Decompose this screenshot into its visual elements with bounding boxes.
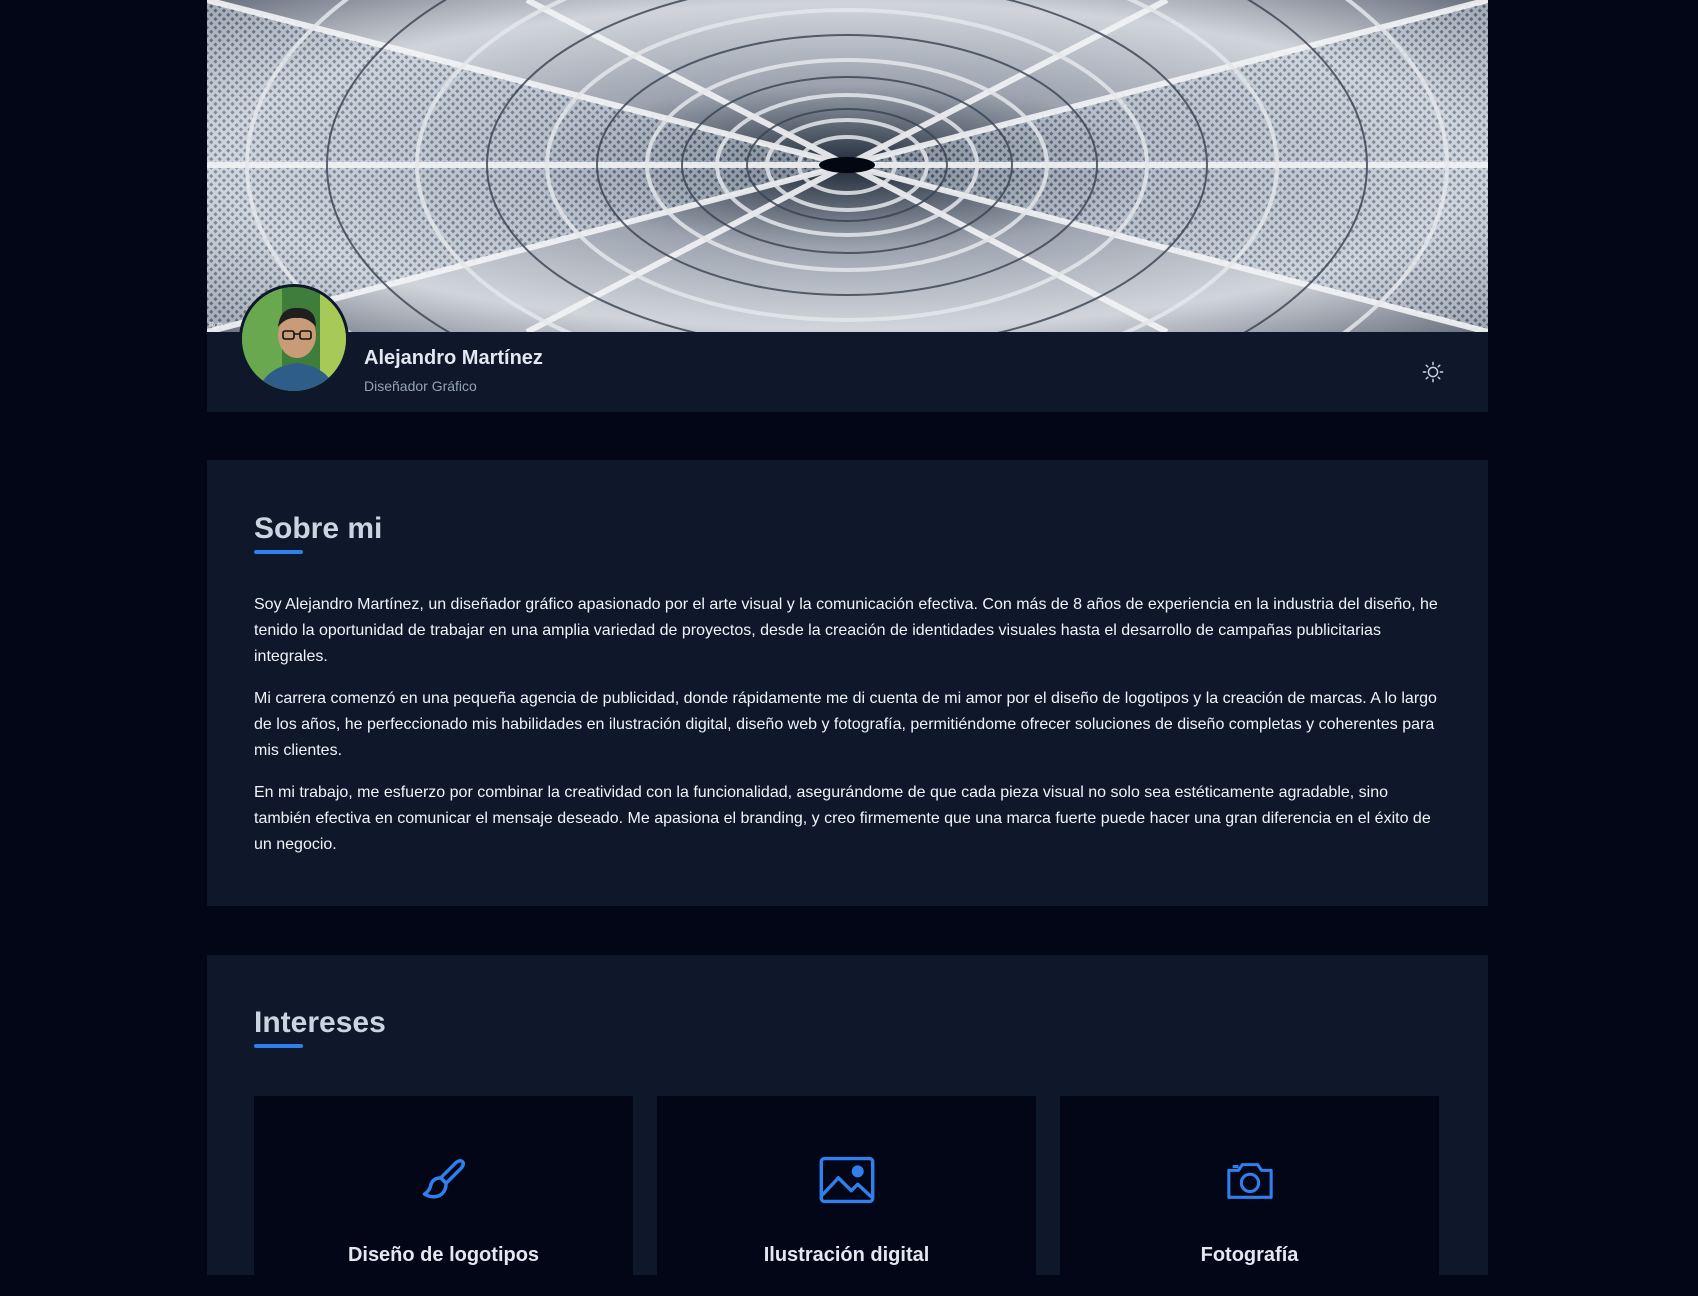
sun-icon (1422, 361, 1444, 383)
interests-title-underline (254, 1044, 303, 1048)
about-section: Sobre mi Soy Alejandro Martínez, un dise… (207, 460, 1488, 906)
interest-card-illustration[interactable]: Ilustración digital (657, 1096, 1036, 1296)
interests-section: Intereses Diseño de logotipos Ilustració… (207, 955, 1488, 1296)
avatar (239, 284, 349, 394)
interests-title: Intereses (254, 1006, 386, 1039)
profile-name: Alejandro Martínez (364, 347, 543, 369)
about-text: Soy Alejandro Martínez, un diseñador grá… (254, 592, 1444, 874)
profile-bar: Alejandro Martínez Diseñador Gráfico (207, 284, 1488, 412)
interest-card-logos[interactable]: Diseño de logotipos (254, 1096, 633, 1296)
image-icon (817, 1150, 877, 1210)
profile-page: Robe. Ho Alejandro Martínez Diseñador Gr… (207, 0, 1488, 1296)
about-paragraph-1: Soy Alejandro Martínez, un diseñador grá… (254, 596, 1438, 665)
interest-label-illustration: Ilustración digital (763, 1244, 930, 1266)
interest-card-photography[interactable]: Fotografía (1060, 1096, 1439, 1296)
theme-toggle-button[interactable] (1420, 359, 1446, 385)
profile-role: Diseñador Gráfico (364, 378, 477, 394)
about-paragraph-3: En mi trabajo, me esfuerzo por combinar … (254, 784, 1431, 853)
interest-cards: Diseño de logotipos Ilustración digital (254, 1096, 1441, 1296)
about-title: Sobre mi (254, 512, 383, 545)
interest-label-photography: Fotografía (1200, 1244, 1299, 1266)
cover-image: Robe. Ho (207, 0, 1488, 332)
photo-credit: Robe. Ho (209, 322, 239, 329)
interest-label-logos: Diseño de logotipos (347, 1244, 540, 1266)
avatar-photo (242, 287, 346, 391)
camera-icon (1220, 1150, 1280, 1210)
about-title-underline (254, 550, 303, 554)
cover-photo-illustration (207, 0, 1488, 332)
about-paragraph-2: Mi carrera comenzó en una pequeña agenci… (254, 690, 1437, 759)
paintbrush-icon (414, 1150, 474, 1210)
